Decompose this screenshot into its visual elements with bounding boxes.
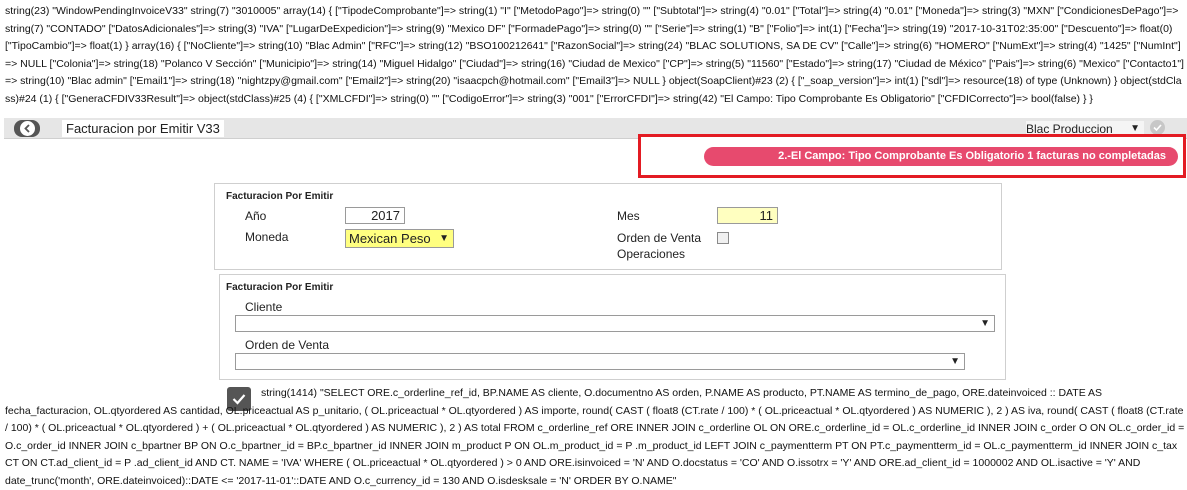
sales-order-ops-label-line1: Orden de Venta bbox=[617, 231, 702, 245]
sales-order-ops-label-line2: Operaciones bbox=[617, 247, 686, 261]
chevron-down-icon: ▼ bbox=[439, 233, 449, 244]
sales-order-select[interactable]: ▼ bbox=[235, 353, 965, 370]
back-button[interactable] bbox=[14, 120, 40, 137]
sales-order-ops-checkbox[interactable] bbox=[717, 232, 729, 244]
year-field[interactable]: 2017 bbox=[345, 207, 405, 224]
debug-dump-text: string(23) "WindowPendingInvoiceV33" str… bbox=[5, 5, 1184, 105]
currency-select-value: Mexican Peso bbox=[349, 231, 431, 246]
panel-title: Facturacion Por Emitir bbox=[226, 282, 334, 293]
sales-order-ops-label: Orden de Venta Operaciones bbox=[617, 230, 701, 262]
client-select[interactable]: ▼ bbox=[235, 315, 995, 332]
window-title: Facturacion por Emitir V33 bbox=[62, 120, 224, 137]
chevron-down-icon: ▼ bbox=[950, 356, 960, 367]
month-label: Mes bbox=[617, 209, 640, 223]
error-alert-message: 2.-El Campo: Tipo Comprobante Es Obligat… bbox=[704, 147, 1178, 166]
invoice-selection-panel: Facturacion Por Emitir Cliente ▼ Orden d… bbox=[219, 274, 1006, 380]
debug-sql-text: string(1414) "SELECT ORE.c_orderline_ref… bbox=[5, 387, 1185, 487]
year-label: Año bbox=[245, 209, 267, 223]
client-label: Cliente bbox=[245, 300, 283, 314]
check-icon[interactable] bbox=[1150, 120, 1165, 135]
back-arrow-icon bbox=[19, 121, 35, 136]
panel-title: Facturacion Por Emitir bbox=[226, 191, 334, 202]
chevron-down-icon: ▼ bbox=[980, 318, 990, 329]
error-alert-frame: 2.-El Campo: Tipo Comprobante Es Obligat… bbox=[638, 134, 1186, 178]
sales-order-label: Orden de Venta bbox=[245, 338, 330, 352]
invoice-filter-panel: Facturacion Por Emitir Año 2017 Mes 11 M… bbox=[214, 183, 1002, 270]
currency-select[interactable]: Mexican Peso ▼ bbox=[345, 229, 454, 248]
month-field[interactable]: 11 bbox=[717, 207, 778, 224]
currency-label: Moneda bbox=[245, 230, 289, 244]
